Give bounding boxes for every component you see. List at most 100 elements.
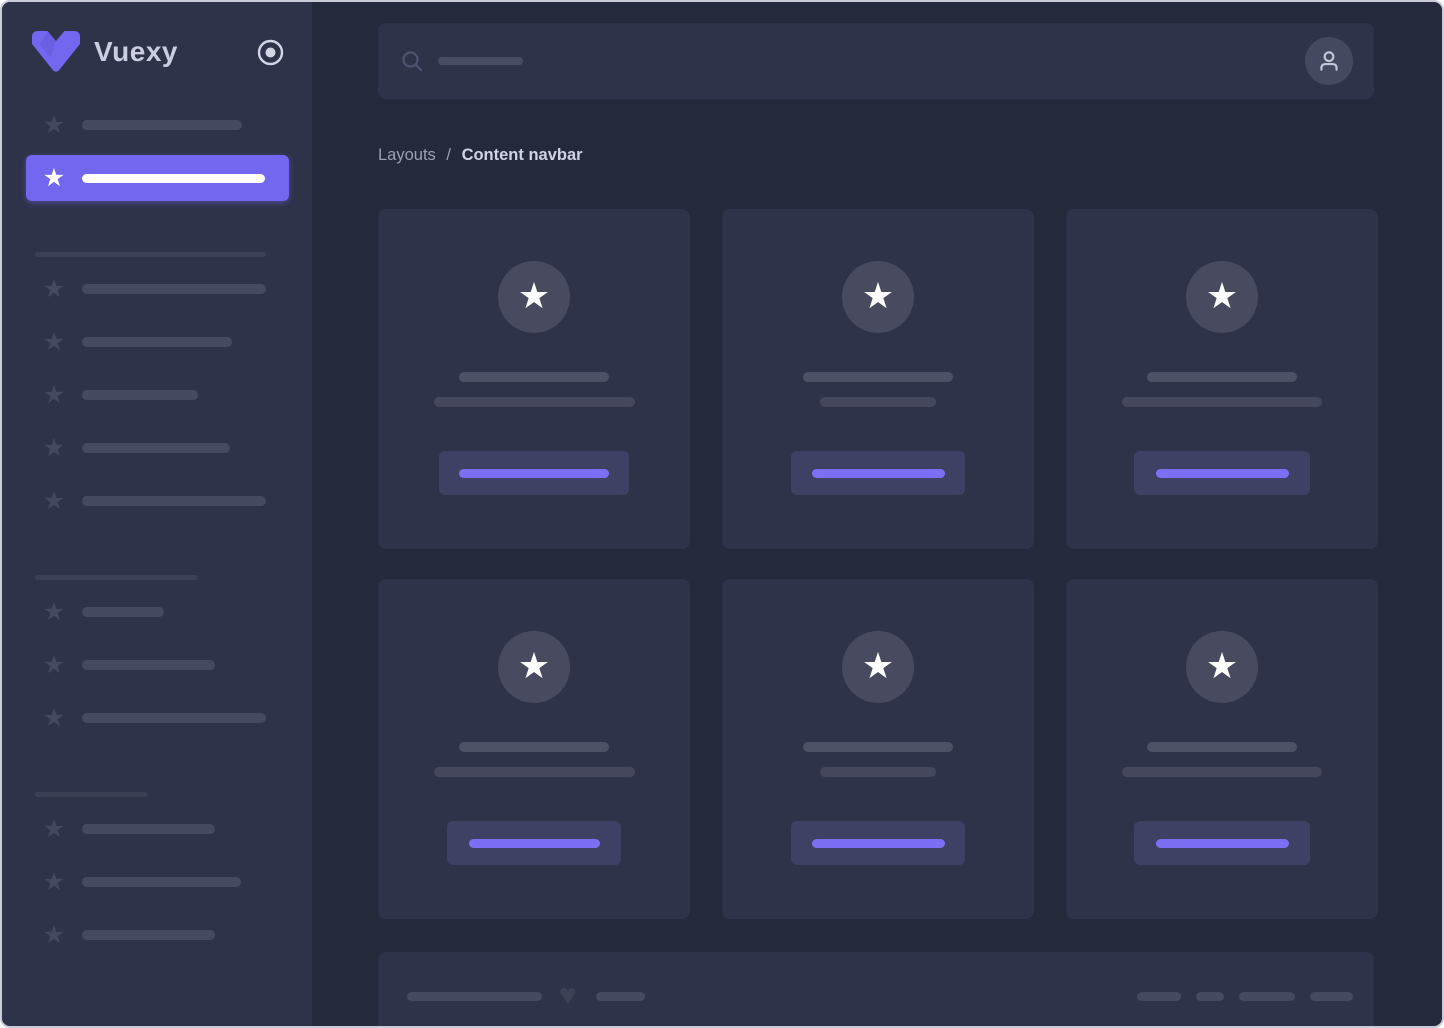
top-navbar xyxy=(378,23,1374,99)
button-label-placeholder xyxy=(812,469,945,478)
star-icon: ★ xyxy=(42,277,66,301)
breadcrumb: Layouts / Content navbar xyxy=(378,143,1374,167)
star-icon: ★ xyxy=(42,113,66,137)
menu-item-label-placeholder xyxy=(82,120,242,130)
app-window: Vuexy ★ ★ ★ ★ ★ ★ ★ ★ ★ ★ ★ ★ ★ xyxy=(0,0,1444,1028)
footer-text-placeholder xyxy=(407,992,542,1001)
demo-card: ★ xyxy=(378,579,690,919)
sidebar-item[interactable]: ★ xyxy=(26,642,289,688)
menu-item-label-placeholder xyxy=(82,607,164,617)
sidebar-item-active[interactable]: ★ xyxy=(26,155,289,201)
menu-item-label-placeholder xyxy=(82,824,215,834)
card-action-button[interactable] xyxy=(447,821,621,865)
star-icon: ★ xyxy=(42,653,66,677)
card-title-placeholder xyxy=(803,742,953,752)
menu-section-divider xyxy=(35,575,198,580)
radio-circle-icon xyxy=(257,39,284,66)
card-title-placeholder xyxy=(459,742,609,752)
menu-item-label-placeholder xyxy=(82,174,265,183)
card-action-button[interactable] xyxy=(791,451,965,495)
search-icon xyxy=(401,50,423,72)
sidebar-item[interactable]: ★ xyxy=(26,695,289,741)
star-icon: ★ xyxy=(862,648,894,687)
card-avatar-circle: ★ xyxy=(1186,631,1258,703)
card-avatar-circle: ★ xyxy=(842,261,914,333)
sidebar-item[interactable]: ★ xyxy=(26,859,289,905)
menu-pin-toggle[interactable] xyxy=(257,39,284,66)
sidebar-item[interactable]: ★ xyxy=(26,589,289,635)
footer-link-placeholder xyxy=(1137,992,1181,1001)
menu-item-label-placeholder xyxy=(82,390,198,400)
button-label-placeholder xyxy=(812,839,945,848)
menu-item-label-placeholder xyxy=(82,877,241,887)
card-avatar-circle: ★ xyxy=(498,631,570,703)
menu-item-label-placeholder xyxy=(82,337,232,347)
person-icon xyxy=(1316,48,1342,74)
search-placeholder-bar xyxy=(438,57,523,65)
star-icon: ★ xyxy=(42,870,66,894)
card-avatar-circle: ★ xyxy=(842,631,914,703)
button-label-placeholder xyxy=(1156,469,1289,478)
user-avatar-button[interactable] xyxy=(1305,37,1353,85)
star-icon: ★ xyxy=(42,706,66,730)
sidebar-menu: ★ ★ ★ ★ ★ ★ ★ ★ ★ ★ ★ ★ ★ xyxy=(2,102,312,958)
star-icon: ★ xyxy=(42,330,66,354)
heart-icon: ♥ xyxy=(559,983,577,1009)
sidebar-header: Vuexy xyxy=(2,2,312,102)
footer-link-placeholder xyxy=(1196,992,1224,1001)
star-icon: ★ xyxy=(862,278,894,317)
card-subtitle-placeholder xyxy=(820,397,936,407)
sidebar-item[interactable]: ★ xyxy=(26,806,289,852)
sidebar-item[interactable]: ★ xyxy=(26,478,289,524)
sidebar-item[interactable]: ★ xyxy=(26,372,289,418)
menu-item-label-placeholder xyxy=(82,713,266,723)
main-content: Layouts / Content navbar ★ ★ ★ ★ ★ ★ ♥ xyxy=(312,2,1442,1026)
menu-item-label-placeholder xyxy=(82,443,230,453)
demo-card: ★ xyxy=(1066,209,1378,549)
button-label-placeholder xyxy=(469,839,600,848)
card-action-button[interactable] xyxy=(1134,451,1310,495)
star-icon: ★ xyxy=(42,166,66,190)
sidebar-item[interactable]: ★ xyxy=(26,266,289,312)
star-icon: ★ xyxy=(42,600,66,624)
breadcrumb-section[interactable]: Layouts xyxy=(378,146,436,164)
cards-grid: ★ ★ ★ ★ ★ ★ xyxy=(378,209,1374,919)
star-icon: ★ xyxy=(42,489,66,513)
breadcrumb-separator: / xyxy=(442,146,456,164)
star-icon: ★ xyxy=(518,648,550,687)
footer-link-placeholder xyxy=(1310,992,1353,1001)
footer-card: ♥ xyxy=(378,952,1374,1026)
footer-link-placeholder xyxy=(1239,992,1295,1001)
demo-card: ★ xyxy=(1066,579,1378,919)
demo-card: ★ xyxy=(722,209,1034,549)
card-title-placeholder xyxy=(1147,742,1297,752)
breadcrumb-current: Content navbar xyxy=(462,146,583,164)
button-label-placeholder xyxy=(459,469,609,478)
card-action-button[interactable] xyxy=(439,451,629,495)
star-icon: ★ xyxy=(42,383,66,407)
card-title-placeholder xyxy=(1147,372,1297,382)
star-icon: ★ xyxy=(518,278,550,317)
sidebar-item[interactable]: ★ xyxy=(26,319,289,365)
sidebar-item[interactable]: ★ xyxy=(26,425,289,471)
search-input[interactable] xyxy=(401,50,1305,72)
card-action-button[interactable] xyxy=(791,821,965,865)
menu-item-label-placeholder xyxy=(82,496,266,506)
menu-item-label-placeholder xyxy=(82,930,215,940)
star-icon: ★ xyxy=(42,923,66,947)
footer-links xyxy=(1137,992,1353,1001)
demo-card: ★ xyxy=(378,209,690,549)
sidebar-item[interactable]: ★ xyxy=(26,912,289,958)
sidebar-item[interactable]: ★ xyxy=(26,102,289,148)
menu-section-divider xyxy=(35,792,147,797)
card-action-button[interactable] xyxy=(1134,821,1310,865)
vuexy-logo-icon xyxy=(32,31,80,73)
card-avatar-circle: ★ xyxy=(498,261,570,333)
card-subtitle-placeholder xyxy=(434,397,635,407)
card-subtitle-placeholder xyxy=(434,767,635,777)
card-title-placeholder xyxy=(459,372,609,382)
footer-text-placeholder xyxy=(596,992,645,1001)
demo-card: ★ xyxy=(722,579,1034,919)
star-icon: ★ xyxy=(42,436,66,460)
card-avatar-circle: ★ xyxy=(1186,261,1258,333)
